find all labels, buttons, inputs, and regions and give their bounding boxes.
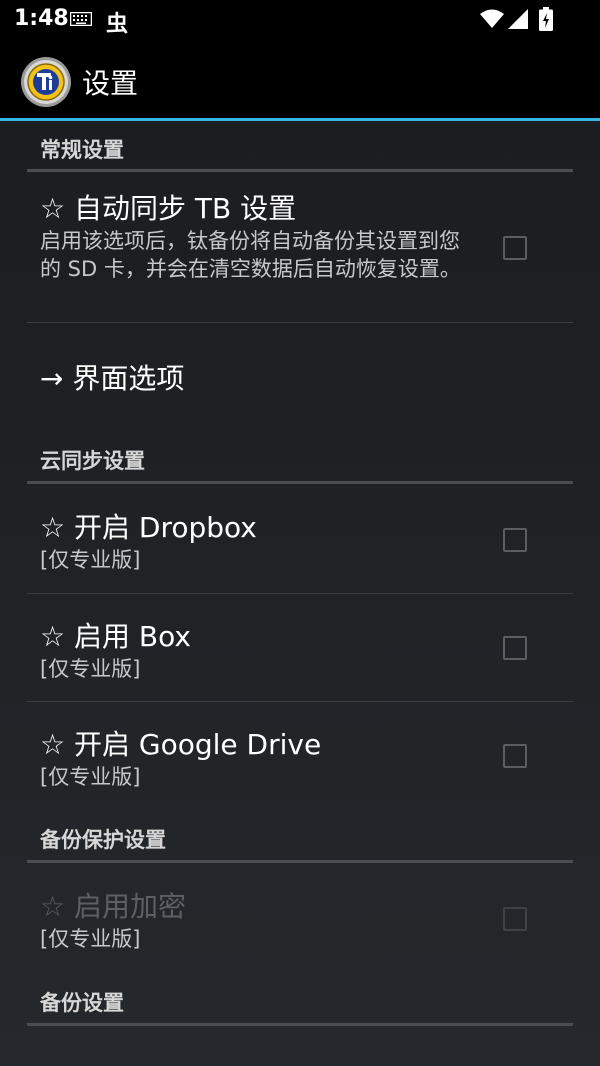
- pref-summary: 启用该选项后，钛备份将自动备份其设置到您的 SD 卡，并会在清空数据后自动恢复设…: [40, 229, 461, 281]
- section-divider: [27, 1023, 573, 1026]
- titanium-backup-logo-icon[interactable]: [20, 56, 72, 108]
- pref-title: ☆ 自动同步 TB 设置: [40, 192, 297, 225]
- row-divider: [27, 701, 573, 702]
- section-header-cloud: 云同步设置: [40, 449, 145, 473]
- pref-summary: [仅专业版]: [40, 927, 141, 951]
- section-header-backup: 备份设置: [40, 991, 124, 1015]
- auto-sync-checkbox[interactable]: [503, 236, 527, 260]
- bug-icon: 虫: [106, 12, 129, 37]
- pref-title: → 界面选项: [40, 362, 185, 395]
- status-time: 1:48: [14, 6, 69, 31]
- pref-summary: [仅专业版]: [40, 657, 141, 681]
- signal-icon: [508, 9, 528, 29]
- pref-summary: [仅专业版]: [40, 765, 141, 789]
- google-drive-checkbox[interactable]: [503, 744, 527, 768]
- settings-list[interactable]: 常规设置 ☆ 自动同步 TB 设置 启用该选项后，钛备份将自动备份其设置到您的 …: [0, 121, 600, 1066]
- encryption-checkbox: [503, 907, 527, 931]
- section-header-protection: 备份保护设置: [40, 828, 166, 852]
- pref-title: ☆ 启用 Box: [40, 620, 191, 653]
- status-bar: 1:48 虫: [0, 0, 600, 40]
- battery-charging-icon: [539, 7, 553, 31]
- section-divider: [27, 481, 573, 484]
- keyboard-icon: [70, 12, 92, 26]
- pref-title: ☆ 开启 Google Drive: [40, 728, 322, 761]
- section-header-general: 常规设置: [40, 138, 124, 162]
- action-bar: 设置: [0, 40, 600, 118]
- row-divider: [27, 593, 573, 594]
- section-divider: [27, 860, 573, 863]
- section-divider: [27, 169, 573, 172]
- row-divider: [27, 322, 573, 323]
- page-title: 设置: [82, 67, 139, 100]
- dropbox-checkbox[interactable]: [503, 528, 527, 552]
- pref-title: ☆ 开启 Dropbox: [40, 511, 257, 544]
- pref-summary: [仅专业版]: [40, 548, 141, 572]
- box-checkbox[interactable]: [503, 636, 527, 660]
- pref-title: ☆ 启用加密: [40, 890, 187, 923]
- wifi-icon: [480, 9, 504, 28]
